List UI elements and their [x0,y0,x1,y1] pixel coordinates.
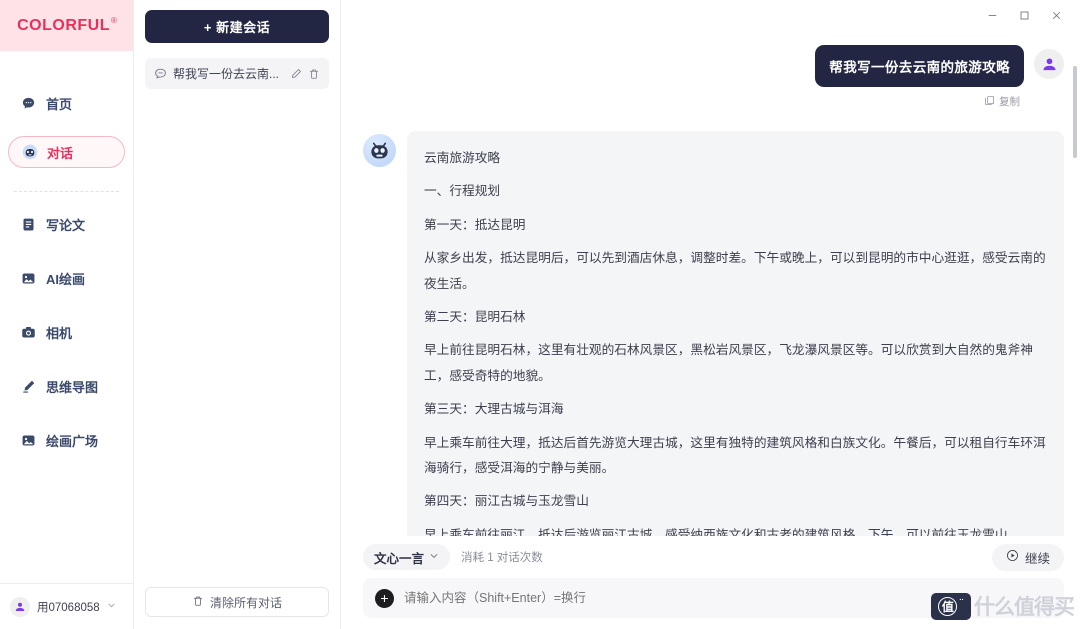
message-input[interactable] [404,591,1052,605]
brand-name: COLORFUL [17,16,110,34]
image-icon [20,270,37,287]
bot-paragraph: 第三天：大理古城与洱海 [424,402,564,417]
bot-paragraph: 早上乘车前往大理，抵达后首先游览大理古城，这里有独特的建筑风格和白族文化。午餐后… [424,435,1046,476]
close-button[interactable] [1040,2,1072,28]
new-conversation-button[interactable]: + 新建会话 [145,10,329,43]
model-selector[interactable]: 文心一言 [363,544,451,570]
window-titlebar [341,0,1080,30]
sidebar-item-label: 绘画广场 [46,433,99,449]
bot-paragraph: 云南旅游攻略 [424,151,501,165]
sidebar-item-chat[interactable]: 对话 [8,136,125,168]
pencil-icon[interactable] [290,68,302,80]
bot-paragraph: 第四天：丽江古城与玉龙雪山 [424,494,589,509]
user-message-bubble: 帮我写一份去云南的旅游攻略 [815,45,1024,87]
bot-message-row: 云南旅游攻略 一、行程规划 第一天：抵达昆明 从家乡出发，抵达昆明后，可以先到酒… [363,131,1064,536]
sidebar-item-write-essay[interactable]: 写论文 [8,208,125,240]
chevron-down-icon[interactable] [107,601,116,612]
bot-paragraph: 早上乘车前往丽江，抵达后游览丽江古城，感受纳西族文化和古老的建筑风格。下午，可以… [424,527,1021,536]
conversation-panel-spacer [145,89,329,587]
quota-text: 消耗 1 对话次数 [461,552,543,564]
sidebar-item-mindmap[interactable]: 思维导图 [8,370,125,402]
camera-icon [20,324,37,341]
bot-paragraph: 一、行程规划 [424,184,501,199]
minimize-button[interactable] [976,2,1008,28]
copy-message-button[interactable]: 复制 [363,94,1064,109]
sidebar-divider [14,191,119,192]
sidebar-item-painting-plaza[interactable]: 绘画广场 [8,424,125,456]
sidebar-user-menu[interactable]: 用07068058 [0,583,133,629]
sidebar-secondary-nav: 写论文 AI绘画 相机 思维导图 绘画广场 [0,206,133,478]
brand-registered-mark: ® [110,16,117,25]
chat-scroll-container[interactable]: 帮我写一份去云南的旅游攻略 复制 云南旅游攻略 一、行程规划 第一天：抵达昆明 … [341,30,1080,536]
sidebar-item-label: 对话 [47,145,74,161]
trash-icon[interactable] [308,68,320,80]
document-icon [20,216,37,233]
chat-bubble-icon [20,95,37,112]
scrollbar-thumb[interactable] [1073,66,1077,158]
sidebar-item-home[interactable]: 首页 [8,87,125,119]
sidebar-item-label: 相机 [46,325,73,341]
trash-icon [192,595,204,610]
maximize-button[interactable] [1008,2,1040,28]
continue-button[interactable]: 继续 [991,543,1064,571]
conversation-list-item[interactable]: 帮我写一份去云南... [145,58,329,89]
user-message-row: 帮我写一份去云南的旅游攻略 [363,45,1064,87]
bot-paragraph: 早上前往昆明石林，这里有壮观的石林风景区，黑松岩风景区，飞龙瀑风景区等。可以欣赏… [424,343,1033,383]
scrollbar[interactable] [1073,66,1077,536]
robot-icon [21,144,38,161]
conversation-panel: + 新建会话 帮我写一份去云南... 清除所有对话 [134,0,341,629]
bot-message-bubble: 云南旅游攻略 一、行程规划 第一天：抵达昆明 从家乡出发，抵达昆明后，可以先到酒… [407,131,1064,536]
model-name: 文心一言 [374,551,425,566]
bot-paragraph: 第一天：抵达昆明 [424,217,526,232]
user-name: 用07068058 [37,601,100,614]
avatar [1034,49,1064,79]
sidebar-item-label: AI绘画 [46,271,86,287]
composer-toolbar: 文心一言 消耗 1 对话次数 继续 [363,536,1064,578]
clear-all-label: 清除所有对话 [209,595,282,610]
conversation-list: 帮我写一份去云南... [145,58,329,89]
message-input-wrapper[interactable]: + [363,578,1064,618]
plus-icon[interactable]: + [375,588,394,608]
bot-paragraph: 从家乡出发，抵达昆明后，可以先到酒店休息，调整时差。下午或晚上，可以到昆明的市中… [424,251,1046,291]
copy-label: 复制 [999,96,1020,108]
brand-logo: COLORFUL ® [0,0,133,51]
play-circle-icon [1006,549,1019,565]
continue-label: 继续 [1024,551,1050,566]
gallery-icon [20,432,37,449]
clear-all-conversations-button[interactable]: 清除所有对话 [145,587,329,617]
bot-paragraph: 第二天：昆明石林 [424,310,526,325]
sidebar-item-label: 思维导图 [46,379,99,395]
pen-icon [20,378,37,395]
conversation-title: 帮我写一份去云南... [173,67,280,81]
sidebar-primary-nav: 首页 对话 [0,51,133,185]
app-window: COLORFUL ® 首页 对话 写论文 AI绘画 相机 思维导图 绘画广场 用… [0,0,1080,629]
sidebar: COLORFUL ® 首页 对话 写论文 AI绘画 相机 思维导图 绘画广场 用… [0,0,134,629]
sidebar-item-ai-painting[interactable]: AI绘画 [8,262,125,294]
sidebar-item-label: 写论文 [46,217,86,233]
chat-icon [154,67,167,80]
copy-icon [984,95,995,109]
chevron-down-icon [429,550,439,564]
avatar [363,134,396,167]
sidebar-item-camera[interactable]: 相机 [8,316,125,348]
composer: 文心一言 消耗 1 对话次数 继续 + [341,536,1080,629]
main-chat-area: 帮我写一份去云南的旅游攻略 复制 云南旅游攻略 一、行程规划 第一天：抵达昆明 … [341,0,1080,629]
sidebar-item-label: 首页 [46,96,73,112]
user-avatar-icon [10,596,30,617]
